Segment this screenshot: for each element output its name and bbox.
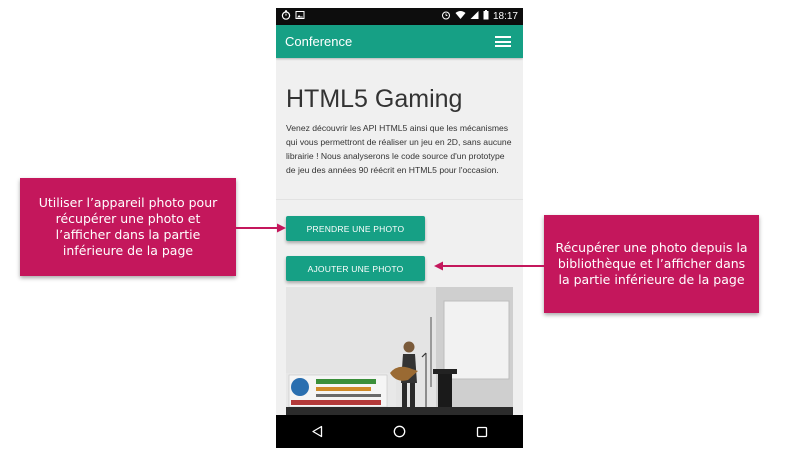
arrow-to-take-photo [236,223,286,233]
arrow-to-add-photo [434,261,544,271]
annotation-arrows [236,223,544,271]
